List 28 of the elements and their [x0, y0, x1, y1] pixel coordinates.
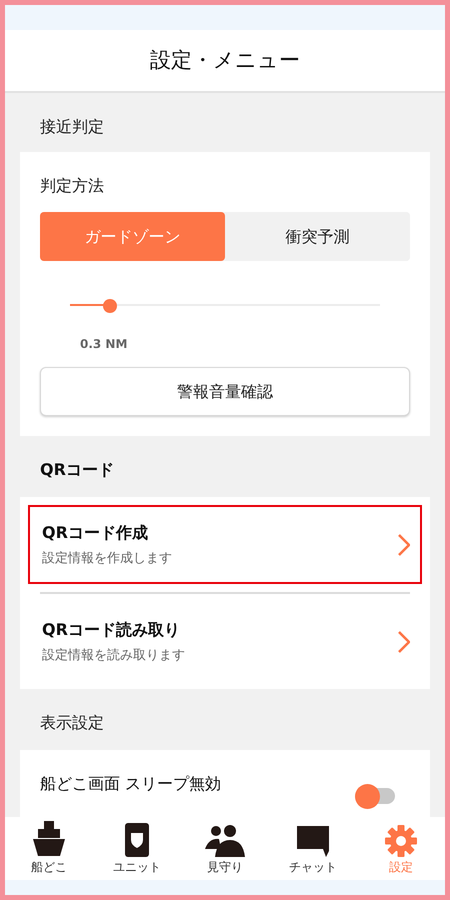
item-subtitle: 設定情報を作成します — [42, 550, 172, 568]
chevron-right-icon — [398, 534, 410, 556]
section-label: 接近判定 — [40, 117, 104, 136]
field-label: 判定方法 — [40, 176, 104, 195]
section-label: 表示設定 — [40, 713, 104, 732]
tab-bar-item[interactable]: 船どこ — [5, 817, 93, 880]
page-title: 設定・メニュー — [150, 46, 300, 74]
item-title: 船どこ画面 スリープ無効 — [40, 773, 222, 795]
chat-icon — [296, 825, 330, 857]
settings-icon — [385, 825, 417, 857]
list-item[interactable]: QRコード読み取り 設定情報を読み取ります — [28, 602, 422, 681]
slider-thumb[interactable] — [103, 299, 118, 313]
tab-bar-item[interactable]: 見守り — [181, 817, 269, 880]
item-title: QRコード読み取り — [42, 618, 181, 641]
item-subtitle: 設定情報を読み取ります — [42, 646, 185, 665]
tab-bar-item[interactable]: ユニット — [93, 817, 181, 880]
people-icon — [205, 825, 245, 857]
card-shield-icon — [125, 823, 149, 857]
slider-value: 0.3 NM — [80, 337, 128, 351]
toggle-switch[interactable] — [355, 784, 395, 809]
section-label: QRコード — [40, 460, 114, 479]
chevron-right-icon — [398, 630, 410, 652]
ship-icon — [32, 821, 66, 857]
slider-track[interactable] — [70, 299, 380, 311]
list-item[interactable]: QRコード作成 設定情報を作成します — [28, 505, 422, 584]
item-title: QRコード作成 — [42, 522, 149, 544]
alarm-volume-button[interactable]: 警報音量確認 — [40, 367, 410, 416]
tab-bar-item[interactable]: チャット — [269, 817, 357, 880]
